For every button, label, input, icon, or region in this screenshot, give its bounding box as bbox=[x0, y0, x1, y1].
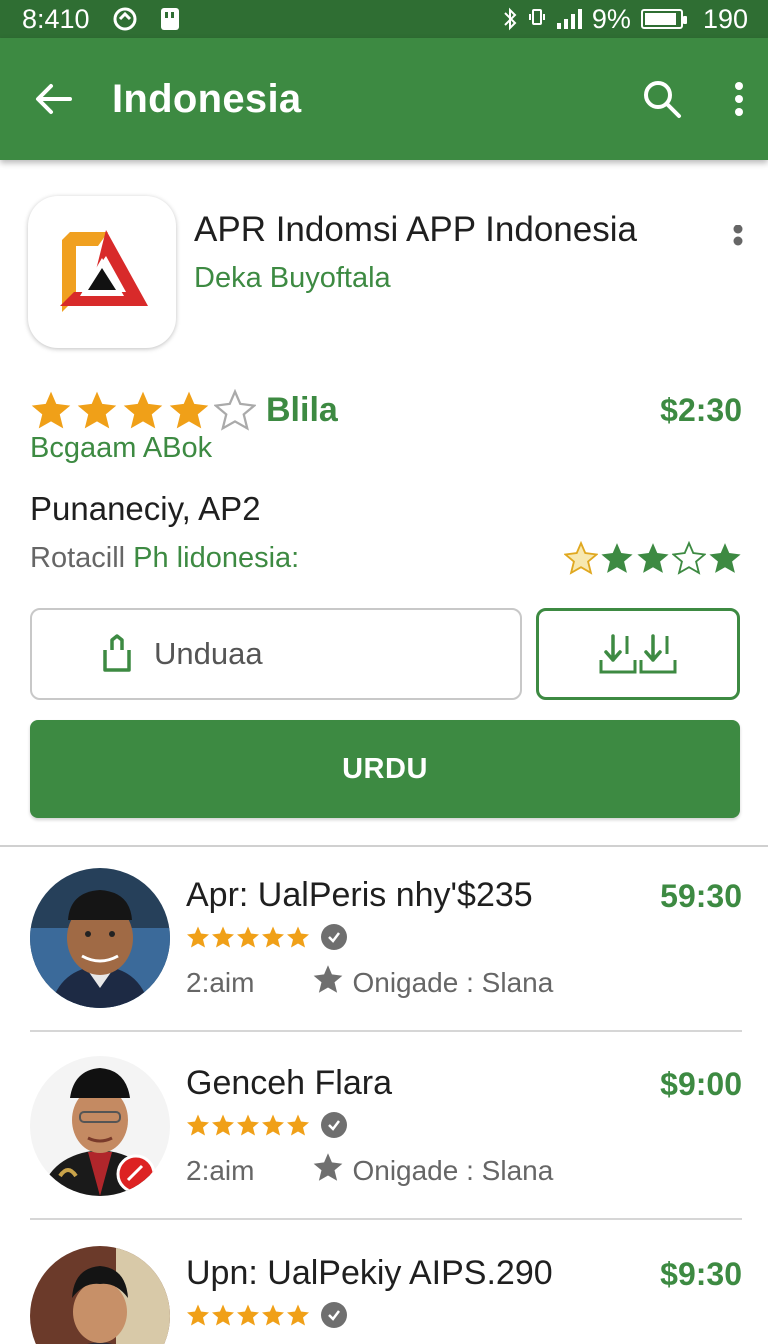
urdu-button[interactable]: URDU bbox=[30, 720, 740, 818]
item-meta-right: Onigade : Slana bbox=[352, 966, 554, 998]
app-subtitle: Punaneciy, AP2 bbox=[30, 490, 261, 527]
rating-row: Blila $2:30 bbox=[30, 388, 742, 432]
star-filled-icon bbox=[77, 391, 117, 429]
item-stars bbox=[186, 925, 310, 949]
star-filled-icon bbox=[287, 926, 309, 948]
item-meta: 2:aim Onigade : Slana bbox=[186, 1152, 553, 1189]
app-rating-stars bbox=[30, 389, 256, 431]
verified-icon bbox=[321, 924, 347, 950]
list-divider bbox=[30, 1030, 742, 1032]
list-divider bbox=[30, 1218, 742, 1220]
star-filled-icon bbox=[212, 1304, 234, 1326]
item-stars bbox=[186, 1303, 310, 1327]
bluetooth-icon bbox=[502, 6, 518, 32]
star-filled-icon bbox=[187, 926, 209, 948]
app-developer[interactable]: Deka Buyoftala bbox=[194, 262, 391, 295]
avatar bbox=[30, 1056, 170, 1196]
unduaa-label: Unduaa bbox=[154, 636, 263, 671]
star-filled-icon bbox=[262, 926, 284, 948]
desc-rating-stars bbox=[564, 541, 742, 575]
verified-icon bbox=[321, 1112, 347, 1138]
status-extra: 190 bbox=[702, 3, 748, 34]
star-filled-icon bbox=[169, 391, 209, 429]
app-name: APR Indomsi APP Indonesia bbox=[194, 210, 637, 249]
app-description: Rotacill Ph lidonesia: bbox=[30, 542, 299, 575]
share-icon bbox=[100, 634, 134, 674]
status-bar: 8:410 9% 190 bbox=[0, 0, 768, 38]
item-meta: 2:aim Onigade : Slana bbox=[186, 964, 553, 1001]
app-more-icon[interactable] bbox=[730, 216, 746, 264]
status-time: 8:410 bbox=[22, 3, 90, 34]
desc-text: Rotacill bbox=[30, 541, 134, 574]
star-filled-icon bbox=[601, 543, 633, 573]
item-meta-left: 2:aim bbox=[186, 1154, 255, 1186]
item-stars bbox=[186, 1113, 310, 1137]
list-item[interactable]: Genceh Flara $9:00 2:aim Onigade : Slana bbox=[30, 1056, 742, 1206]
more-vert-icon[interactable] bbox=[734, 81, 744, 117]
battery-percent: 9% bbox=[591, 3, 631, 34]
signal-icon bbox=[556, 8, 582, 30]
star-filled-icon bbox=[212, 926, 234, 948]
desc-row: Rotacill Ph lidonesia: bbox=[30, 538, 742, 578]
rating-label: Blila bbox=[266, 390, 338, 429]
star-filled-icon bbox=[187, 1114, 209, 1136]
item-price: 59:30 bbox=[660, 878, 742, 914]
star-icon bbox=[312, 1152, 344, 1189]
section-divider bbox=[0, 845, 768, 847]
star-filled-icon bbox=[637, 543, 669, 573]
app-logo[interactable] bbox=[28, 196, 176, 348]
search-icon[interactable] bbox=[642, 79, 682, 119]
star-filled-icon bbox=[123, 391, 163, 429]
battery-icon bbox=[640, 9, 687, 29]
app-category[interactable]: Bcgaam ABok bbox=[30, 432, 212, 465]
sync-icon bbox=[112, 6, 138, 32]
star-filled-icon bbox=[212, 1114, 234, 1136]
download-button[interactable] bbox=[536, 608, 740, 700]
star-empty-icon bbox=[214, 389, 256, 431]
star-empty-icon bbox=[672, 541, 706, 575]
star-filled-icon bbox=[187, 1304, 209, 1326]
unduaa-button[interactable]: Unduaa bbox=[30, 608, 522, 700]
vibrate-icon bbox=[528, 7, 546, 31]
star-icon bbox=[312, 964, 344, 1001]
avatar bbox=[30, 1246, 170, 1344]
verified-icon bbox=[321, 1302, 347, 1328]
star-filled-icon bbox=[262, 1114, 284, 1136]
star-filled-icon bbox=[709, 543, 741, 573]
star-half-icon bbox=[564, 541, 598, 575]
star-filled-icon bbox=[237, 926, 259, 948]
item-price: $9:30 bbox=[660, 1256, 742, 1292]
download-icon bbox=[597, 632, 679, 676]
back-arrow-icon[interactable] bbox=[34, 82, 72, 116]
star-filled-icon bbox=[31, 391, 71, 429]
star-filled-icon bbox=[237, 1114, 259, 1136]
app-price: $2:30 bbox=[660, 391, 742, 428]
avatar bbox=[30, 868, 170, 1008]
item-title: Apr: UalPeris nhy'$235 bbox=[186, 876, 533, 914]
app-header: APR Indomsi APP Indonesia Deka Buyoftala bbox=[28, 196, 748, 352]
star-filled-icon bbox=[237, 1304, 259, 1326]
item-rating bbox=[186, 1302, 347, 1328]
list-item[interactable]: Upn: UalPekiy AIPS.290 $9:30 bbox=[30, 1246, 742, 1344]
app-bar: Indonesia bbox=[0, 38, 768, 160]
item-rating bbox=[186, 1112, 347, 1138]
item-meta-right: Onigade : Slana bbox=[352, 1154, 554, 1186]
item-title: Genceh Flara bbox=[186, 1064, 392, 1102]
item-title: Upn: UalPekiy AIPS.290 bbox=[186, 1254, 553, 1292]
desc-highlight: Ph lidonesia: bbox=[133, 541, 300, 574]
item-rating bbox=[186, 924, 347, 950]
item-price: $9:00 bbox=[660, 1066, 742, 1102]
star-filled-icon bbox=[262, 1304, 284, 1326]
star-filled-icon bbox=[287, 1114, 309, 1136]
star-filled-icon bbox=[287, 1304, 309, 1326]
list-item[interactable]: Apr: UalPeris nhy'$235 59:30 2:aim Oniga… bbox=[30, 868, 742, 1018]
page-title: Indonesia bbox=[112, 76, 302, 121]
storage-icon bbox=[160, 7, 180, 31]
item-meta-left: 2:aim bbox=[186, 966, 255, 998]
